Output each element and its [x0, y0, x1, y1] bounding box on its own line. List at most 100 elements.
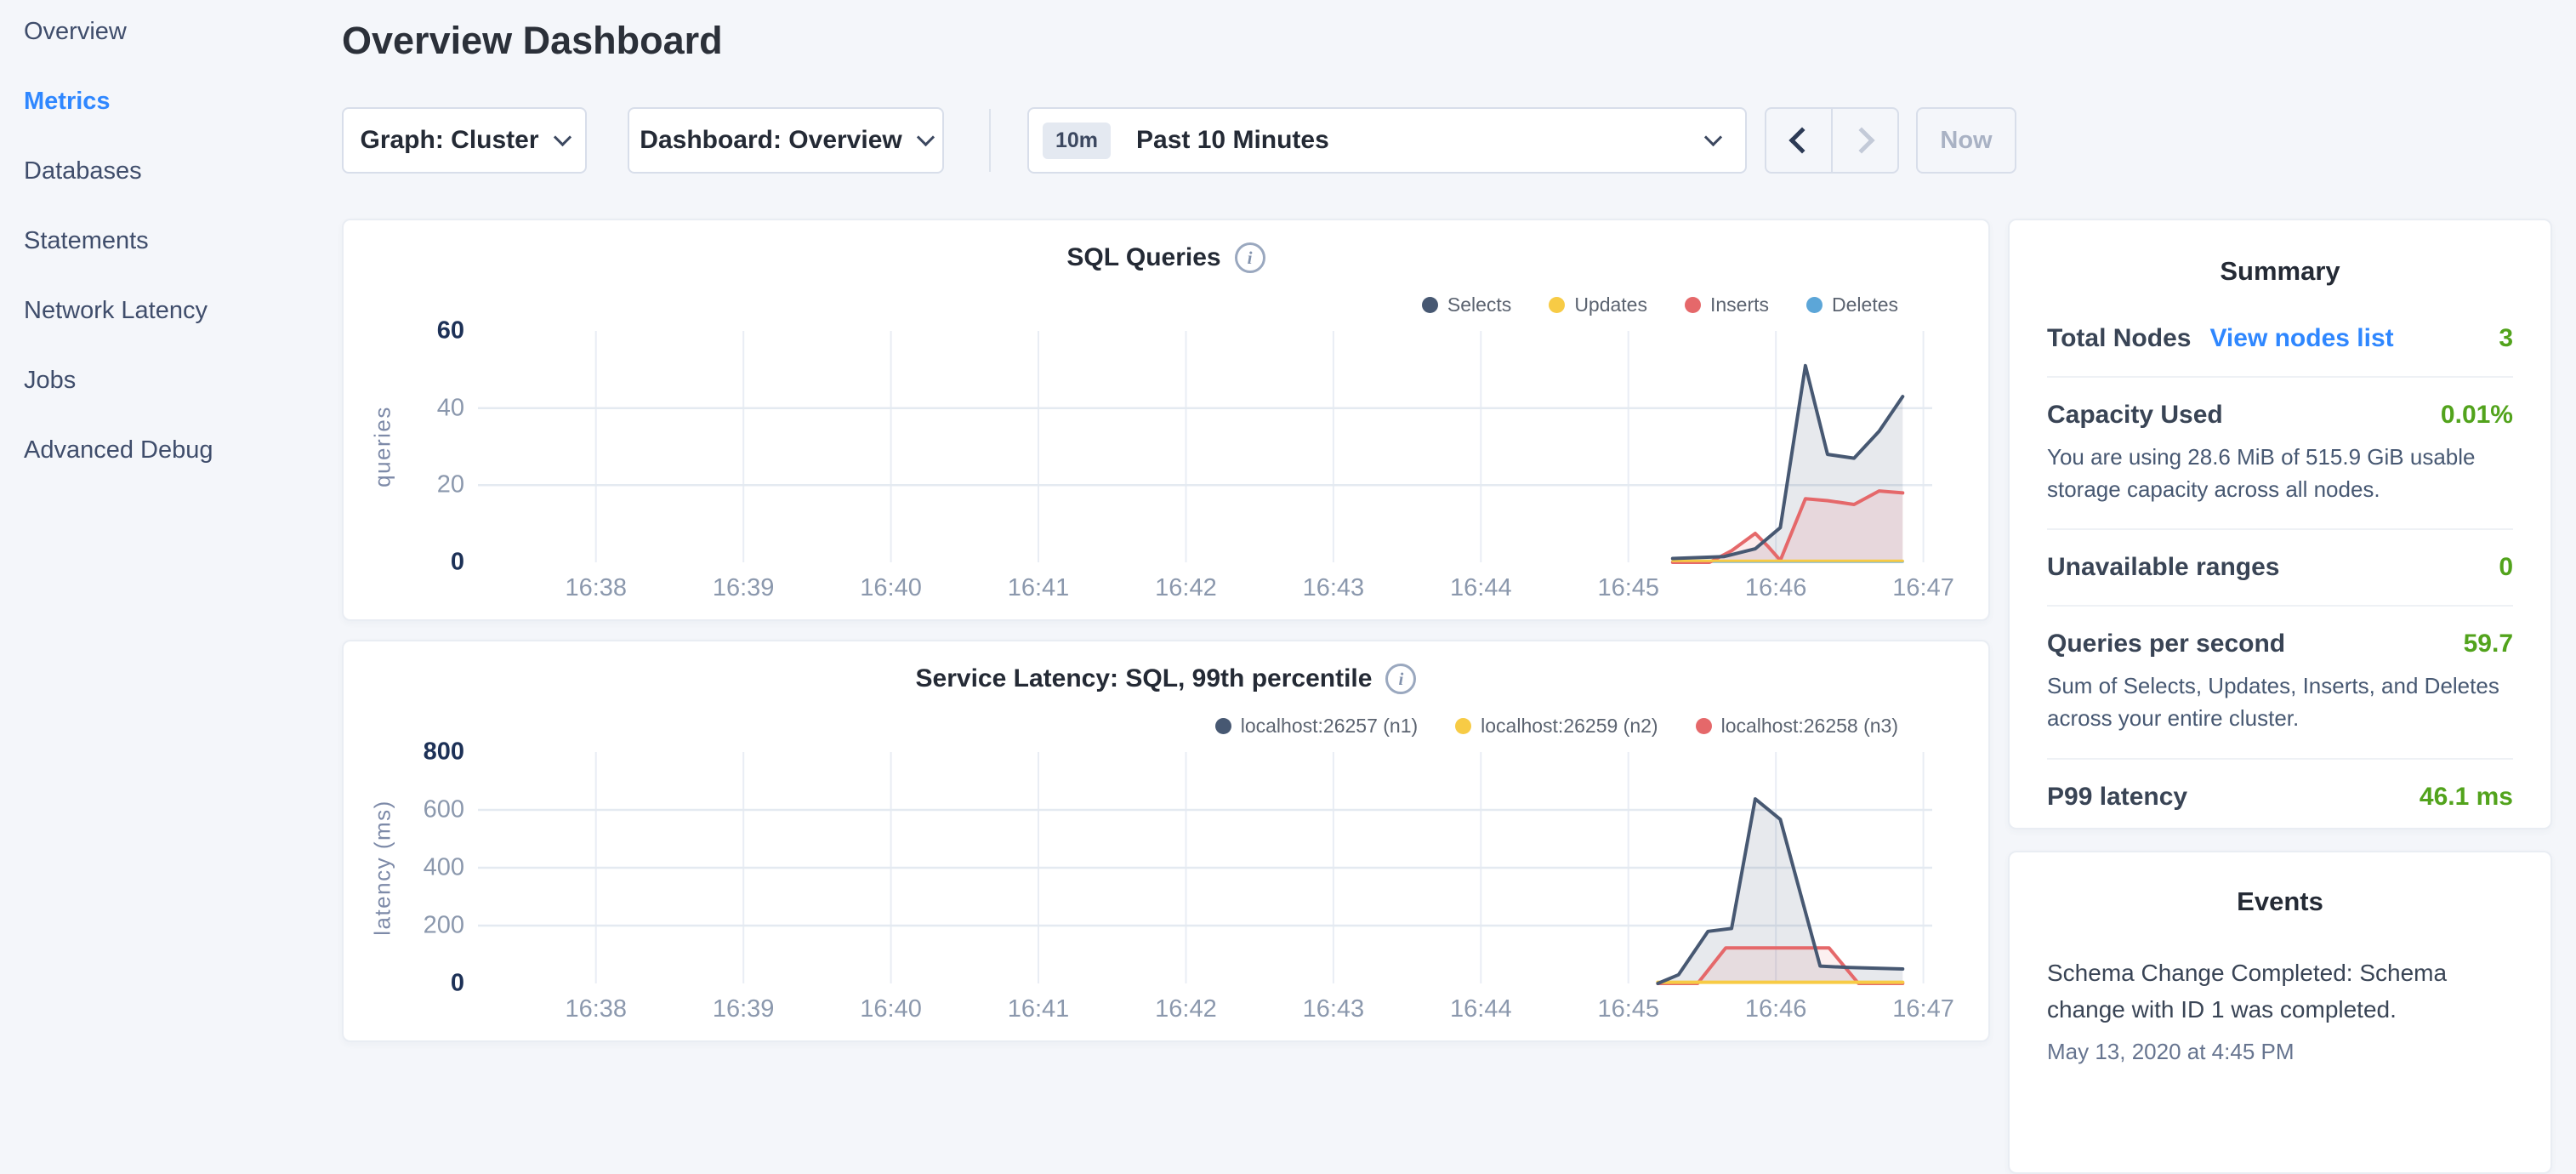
chevron-down-icon	[1704, 128, 1722, 145]
info-icon[interactable]: i	[1385, 664, 1416, 694]
legend-dot	[1549, 297, 1565, 313]
legend-label: localhost:26257 (n1)	[1241, 715, 1418, 738]
y-axis-tick-label: 20	[437, 471, 464, 499]
legend-item-localhost-26259-n2[interactable]: localhost:26259 (n2)	[1455, 715, 1658, 738]
legend-label: localhost:26259 (n2)	[1481, 715, 1658, 738]
dashboard-dropdown-label: Dashboard: Overview	[640, 126, 901, 155]
sidebar-item-network-latency[interactable]: Network Latency	[24, 294, 323, 327]
main-content: Overview Dashboard Graph: Cluster Dashbo…	[342, 0, 2552, 1051]
x-axis-tick-label: 16:39	[713, 995, 775, 1023]
y-axis-tick-label: 400	[424, 854, 464, 882]
summary-row-subtext: You are using 28.6 MiB of 515.9 GiB usab…	[2047, 442, 2513, 505]
x-axis-tick-label: 16:45	[1597, 574, 1659, 602]
next-time-window-button[interactable]	[1831, 109, 1897, 172]
legend-label: Inserts	[1710, 294, 1769, 316]
legend-dot	[1685, 297, 1701, 313]
now-button[interactable]: Now	[1916, 107, 2016, 174]
dashboard-dropdown[interactable]: Dashboard: Overview	[628, 107, 944, 174]
legend-item-localhost-26258-n3[interactable]: localhost:26258 (n3)	[1696, 715, 1898, 738]
chevron-down-icon	[917, 128, 935, 145]
legend-item-selects[interactable]: Selects	[1422, 294, 1511, 316]
event-text: Schema Change Completed: Schema change w…	[2047, 955, 2513, 1029]
summary-title: Summary	[2047, 256, 2513, 287]
summary-row-label: Queries per second	[2047, 630, 2285, 658]
sidebar-item-databases[interactable]: Databases	[24, 155, 323, 187]
sidebar: Overview Metrics Databases Statements Networ…	[0, 0, 323, 1051]
toolbar-divider	[989, 109, 991, 172]
sidebar-item-jobs[interactable]: Jobs	[24, 364, 323, 396]
summary-rows: Total NodesView nodes list3Capacity Used…	[2047, 324, 2513, 812]
y-axis-tick-label: 200	[424, 912, 464, 940]
graph-dropdown[interactable]: Graph: Cluster	[342, 107, 587, 174]
legend-label: localhost:26258 (n3)	[1721, 715, 1898, 738]
summary-divider	[2047, 528, 2513, 530]
y-axis-tick-label: 0	[451, 970, 464, 998]
summary-panel: Summary Total NodesView nodes list3Capac…	[2008, 219, 2552, 829]
page-title: Overview Dashboard	[342, 19, 723, 63]
y-axis-tick-label: 40	[437, 394, 464, 422]
summary-divider	[2047, 376, 2513, 378]
chart-svg	[478, 331, 1932, 562]
legend-label: Selects	[1447, 294, 1511, 316]
plot-area: 020406016:3816:3916:4016:4116:4216:4316:…	[478, 331, 1932, 562]
legend-dot	[1455, 718, 1471, 734]
y-axis-tick-label: 60	[437, 317, 464, 345]
sidebar-item-metrics[interactable]: Metrics	[24, 85, 323, 117]
summary-row-value: 3	[2499, 324, 2513, 353]
summary-row-value: 59.7	[2464, 630, 2513, 658]
chart-title-row: Service Latency: SQL, 99th percentile i	[344, 664, 1988, 694]
now-button-label: Now	[1940, 127, 1992, 155]
time-range-badge: 10m	[1043, 123, 1111, 159]
x-axis-tick-label: 16:40	[860, 574, 922, 602]
legend-dot	[1806, 297, 1823, 313]
legend-label: Updates	[1574, 294, 1647, 316]
x-axis-tick-label: 16:42	[1155, 574, 1217, 602]
chart-title-row: SQL Queries i	[344, 242, 1988, 273]
time-range-dropdown[interactable]: 10m Past 10 Minutes	[1027, 107, 1747, 174]
chart-title: Service Latency: SQL, 99th percentile	[916, 664, 1373, 693]
sidebar-item-statements[interactable]: Statements	[24, 225, 323, 257]
legend-item-localhost-26257-n1[interactable]: localhost:26257 (n1)	[1215, 715, 1418, 738]
x-axis-tick-label: 16:46	[1745, 995, 1807, 1023]
sidebar-nav-list: Overview Metrics Databases Statements Networ…	[24, 15, 323, 466]
y-axis-tick-label: 600	[424, 796, 464, 824]
y-axis-title: latency (ms)	[370, 800, 396, 936]
summary-row-label: Total Nodes	[2047, 324, 2191, 353]
legend-dot	[1696, 718, 1712, 734]
chart-legend: localhost:26257 (n1) localhost:26259 (n2)…	[1215, 715, 1898, 738]
legend-item-deletes[interactable]: Deletes	[1806, 294, 1898, 316]
chart-legend: Selects Updates Inserts Deletes	[1422, 294, 1898, 316]
sidebar-item-advanced-debug[interactable]: Advanced Debug	[24, 434, 323, 466]
legend-item-inserts[interactable]: Inserts	[1685, 294, 1769, 316]
sql-queries-chart-card: SQL Queries i Selects Updates Inserts Delet…	[342, 219, 1990, 621]
summary-row-total-nodes: Total Nodes View nodes list 3	[2047, 324, 2513, 353]
prev-time-window-button[interactable]	[1766, 109, 1831, 172]
y-axis-tick-label: 0	[451, 549, 464, 577]
chevron-down-icon	[553, 128, 571, 145]
event-timestamp: May 13, 2020 at 4:45 PM	[2047, 1039, 2513, 1065]
summary-row-label: Unavailable ranges	[2047, 553, 2279, 582]
x-axis-tick-label: 16:47	[1892, 574, 1954, 602]
summary-row-value: 0.01%	[2441, 401, 2513, 430]
events-title: Events	[2047, 886, 2513, 917]
summary-row-value: 46.1 ms	[2420, 783, 2513, 812]
summary-divider	[2047, 758, 2513, 760]
summary-row-label: P99 latency	[2047, 783, 2187, 812]
x-axis-tick-label: 16:44	[1450, 574, 1512, 602]
right-sidebar: Summary Total NodesView nodes list3Capac…	[2008, 219, 2552, 829]
x-axis-tick-label: 16:42	[1155, 995, 1217, 1023]
sidebar-item-overview[interactable]: Overview	[24, 15, 323, 48]
summary-row-subtext: Sum of Selects, Updates, Inserts, and De…	[2047, 670, 2513, 734]
plot-area: 020040060080016:3816:3916:4016:4116:4216…	[478, 752, 1932, 983]
legend-label: Deletes	[1832, 294, 1898, 316]
summary-divider	[2047, 605, 2513, 607]
summary-row-p99-latency: P99 latency 46.1 ms	[2047, 783, 2513, 812]
legend-item-updates[interactable]: Updates	[1549, 294, 1647, 316]
view-nodes-list-link[interactable]: View nodes list	[2209, 324, 2393, 353]
chevron-left-icon	[1788, 127, 1815, 153]
x-axis-tick-label: 16:38	[565, 574, 627, 602]
info-icon[interactable]: i	[1235, 242, 1265, 273]
x-axis-tick-label: 16:41	[1008, 574, 1070, 602]
time-range-label: Past 10 Minutes	[1136, 126, 1329, 155]
time-window-pager	[1765, 107, 1899, 174]
